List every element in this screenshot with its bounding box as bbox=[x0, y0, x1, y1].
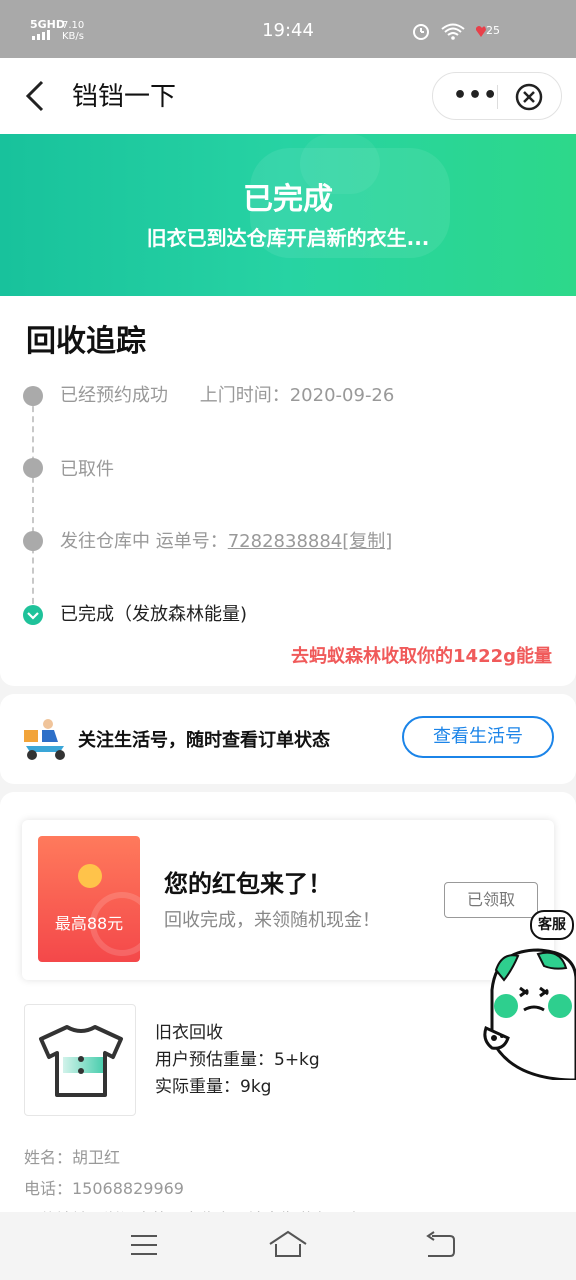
timeline-dot bbox=[23, 531, 43, 551]
more-icon[interactable]: ••• bbox=[453, 85, 498, 107]
recycle-tracking-card: 回收追踪 已经预约成功 上门时间：2020-09-26 已取件 发往仓库中 运单… bbox=[0, 296, 576, 686]
forest-energy-link[interactable]: 去蚂蚁森林收取你的1422g能量 bbox=[291, 642, 552, 668]
status-bar: 5GHD 7.10 KB/s 19:44 25 bbox=[0, 0, 576, 58]
tracking-title: 回收追踪 bbox=[26, 324, 146, 359]
pickup-address: 取件地址：浙江省杭州市临安区锦南街道高阳路182号203 bbox=[24, 1204, 437, 1212]
copy-link[interactable]: [复制] bbox=[342, 531, 392, 552]
estimated-weight: 用户预估重量：5+kg bbox=[155, 1050, 320, 1070]
pickup-time: 上门时间：2020-09-26 bbox=[199, 385, 395, 406]
step-label: 发往仓库中 运单号： bbox=[60, 531, 228, 552]
tracking-number[interactable]: 7282838884 bbox=[228, 531, 343, 552]
coin-icon bbox=[78, 864, 102, 888]
close-circle-icon[interactable] bbox=[515, 83, 543, 111]
red-packet-title: 您的红包来了！ bbox=[164, 870, 332, 898]
timeline-dot bbox=[23, 458, 43, 478]
timeline-step: 已经预约成功 上门时间：2020-09-26 bbox=[60, 381, 394, 407]
menu-icon[interactable] bbox=[124, 1230, 164, 1260]
battery-icon bbox=[476, 26, 486, 37]
timeline-step: 发往仓库中 运单号：7282838884[复制] bbox=[60, 527, 392, 553]
view-life-account-button[interactable]: 查看生活号 bbox=[402, 716, 554, 758]
contact-phone: 电话：15068829969 bbox=[24, 1179, 184, 1198]
contact-name: 姓名：胡卫红 bbox=[24, 1148, 121, 1167]
order-status-title: 已完成 bbox=[243, 182, 333, 217]
item-info: 旧衣回收 用户预估重量：5+kg 实际重量：9kg bbox=[155, 1020, 320, 1101]
status-banner: 已完成 旧衣已到达仓库开启新的衣生... bbox=[0, 134, 576, 296]
chevron-left-icon[interactable] bbox=[22, 80, 50, 112]
actual-weight: 实际重量：9kg bbox=[155, 1077, 272, 1097]
courier-icon bbox=[20, 716, 70, 762]
follow-card: 关注生活号，随时查看订单状态 查看生活号 bbox=[0, 694, 576, 784]
timeline-step: 已完成（发放森林能量) bbox=[60, 604, 248, 625]
follow-prompt: 关注生活号，随时查看订单状态 bbox=[78, 730, 330, 751]
alarm-icon bbox=[413, 24, 429, 40]
customer-service-mascot[interactable]: 客服 bbox=[482, 910, 576, 1080]
item-name: 旧衣回收 bbox=[155, 1023, 223, 1043]
red-packet-subtitle: 回收完成，来领随机现金！ bbox=[164, 910, 380, 931]
order-status-subtitle: 旧衣已到达仓库开启新的衣生... bbox=[146, 226, 430, 250]
customer-service-label[interactable]: 客服 bbox=[530, 910, 574, 940]
capsule-divider bbox=[497, 85, 498, 109]
page-title: 铛铛一下 bbox=[72, 82, 177, 112]
timeline-line bbox=[32, 396, 34, 614]
red-packet-amount: 最高88元 bbox=[54, 914, 124, 933]
contact-info: 姓名：胡卫红 电话：15068829969 取件地址：浙江省杭州市临安区锦南街道… bbox=[24, 1142, 437, 1212]
timeline-dot bbox=[23, 386, 43, 406]
nav-bar: 铛铛一下 ••• bbox=[0, 58, 576, 134]
system-nav-bar bbox=[0, 1212, 576, 1280]
battery-level: 25 bbox=[486, 24, 500, 37]
red-packet-icon: 最高88元 bbox=[38, 836, 140, 962]
mini-program-capsule: ••• bbox=[432, 72, 562, 120]
check-icon bbox=[23, 605, 43, 625]
step-label: 已经预约成功 bbox=[60, 385, 168, 406]
home-icon[interactable] bbox=[266, 1230, 307, 1260]
red-packet-card: 最高88元 您的红包来了！ 回收完成，来领随机现金！ 已领取 bbox=[22, 820, 554, 980]
back-icon[interactable] bbox=[420, 1230, 460, 1260]
tshirt-icon bbox=[24, 1004, 136, 1116]
timeline-step: 已取件 bbox=[60, 459, 114, 480]
wifi-icon bbox=[441, 23, 465, 40]
status-icons bbox=[412, 22, 486, 44]
